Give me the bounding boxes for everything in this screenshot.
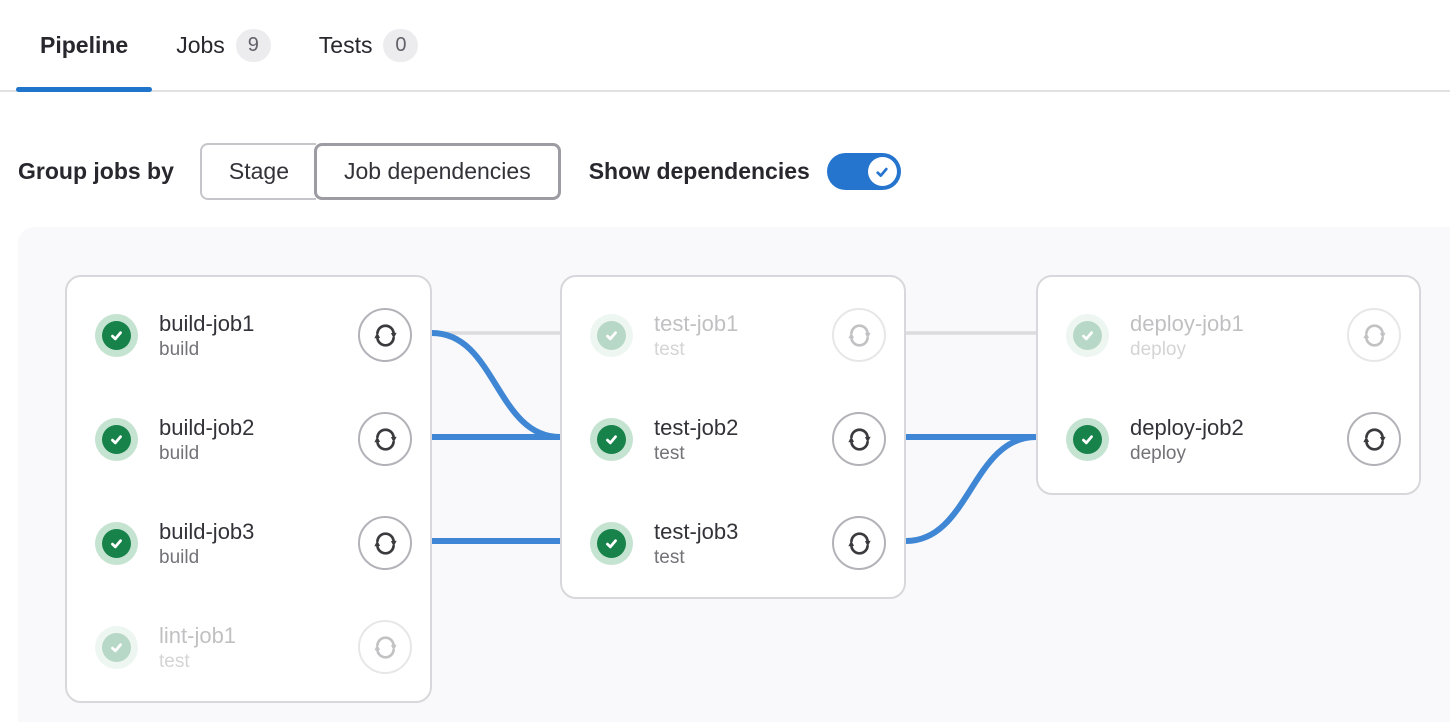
retry-icon [372,634,399,661]
pipeline-tab-bar: Pipeline Jobs 9 Tests 0 [0,0,1450,92]
job-name-link[interactable]: deploy-job2 [1130,414,1347,442]
retry-button[interactable] [358,308,412,362]
segment-stage[interactable]: Stage [200,143,316,200]
retry-icon [846,322,873,349]
retry-button[interactable] [832,308,886,362]
job-name-link[interactable]: test-job2 [654,414,832,442]
job-row-deploy-job1: deploy-job1deploy [1066,306,1401,364]
status-success-icon [95,314,138,357]
job-row-test-job1: test-job1test [590,306,886,364]
retry-icon [846,530,873,557]
job-stage-label: test [654,546,832,569]
job-name-link[interactable]: test-job1 [654,310,832,338]
job-row-build-job1: build-job1build [95,306,412,364]
graph-controls: Group jobs by Stage Job dependencies Sho… [18,143,1450,200]
tests-count-badge: 0 [383,29,418,62]
retry-button[interactable] [832,412,886,466]
job-stage-label: test [654,338,832,361]
status-success-icon [1066,418,1109,461]
job-row-lint-job1: lint-job1test [95,618,412,676]
status-success-icon [590,522,633,565]
group-jobs-by-label: Group jobs by [18,158,174,185]
job-name-link[interactable]: build-job2 [159,414,358,442]
group-jobs-segmented-control: Stage Job dependencies [200,143,561,200]
tab-pipeline[interactable]: Pipeline [16,0,152,90]
retry-icon [846,426,873,453]
status-success-icon [590,314,633,357]
job-row-build-job3: build-job3build [95,514,412,572]
job-stage-label: build [159,442,358,465]
toggle-knob-check-icon [868,157,897,186]
pipeline-page: Pipeline Jobs 9 Tests 0 Group jobs by St… [0,0,1450,722]
retry-button[interactable] [832,516,886,570]
retry-icon [1361,322,1388,349]
active-tab-indicator [16,87,152,92]
tab-pipeline-label: Pipeline [40,32,128,59]
status-success-icon [590,418,633,461]
job-row-build-job2: build-job2build [95,410,412,468]
job-row-deploy-job2: deploy-job2deploy [1066,410,1401,468]
retry-button[interactable] [358,412,412,466]
status-success-icon [1066,314,1109,357]
status-success-icon [95,418,138,461]
tab-tests[interactable]: Tests 0 [295,0,443,90]
job-stage-label: build [159,338,358,361]
job-name-link[interactable]: build-job3 [159,518,358,546]
pipeline-graph-panel: build-job1buildbuild-job2buildbuild-job3… [18,227,1450,722]
job-name-link[interactable]: test-job3 [654,518,832,546]
job-name-link[interactable]: lint-job1 [159,622,358,650]
show-dependencies-label: Show dependencies [589,158,810,185]
job-group-card: build-job1buildbuild-job2buildbuild-job3… [65,275,432,703]
dependency-link [906,437,1036,541]
job-name-link[interactable]: build-job1 [159,310,358,338]
retry-button[interactable] [358,620,412,674]
retry-button[interactable] [358,516,412,570]
retry-button[interactable] [1347,412,1401,466]
jobs-count-badge: 9 [236,29,271,62]
job-row-test-job2: test-job2test [590,410,886,468]
status-success-icon [95,522,138,565]
job-stage-label: deploy [1130,442,1347,465]
job-stage-label: test [654,442,832,465]
job-row-test-job3: test-job3test [590,514,886,572]
status-success-icon [95,626,138,669]
job-group-card: deploy-job1deploydeploy-job2deploy [1036,275,1421,495]
tab-tests-label: Tests [319,32,373,59]
job-name-link[interactable]: deploy-job1 [1130,310,1347,338]
job-group-card: test-job1testtest-job2testtest-job3test [560,275,906,599]
retry-button[interactable] [1347,308,1401,362]
show-dependencies-toggle[interactable] [827,153,901,190]
tab-jobs[interactable]: Jobs 9 [152,0,295,90]
dependency-link [432,333,560,437]
segment-job-dependencies[interactable]: Job dependencies [314,143,561,200]
job-stage-label: deploy [1130,338,1347,361]
job-stage-label: test [159,650,358,673]
retry-icon [372,426,399,453]
retry-icon [372,530,399,557]
job-stage-label: build [159,546,358,569]
tab-jobs-label: Jobs [176,32,225,59]
retry-icon [372,322,399,349]
retry-icon [1361,426,1388,453]
